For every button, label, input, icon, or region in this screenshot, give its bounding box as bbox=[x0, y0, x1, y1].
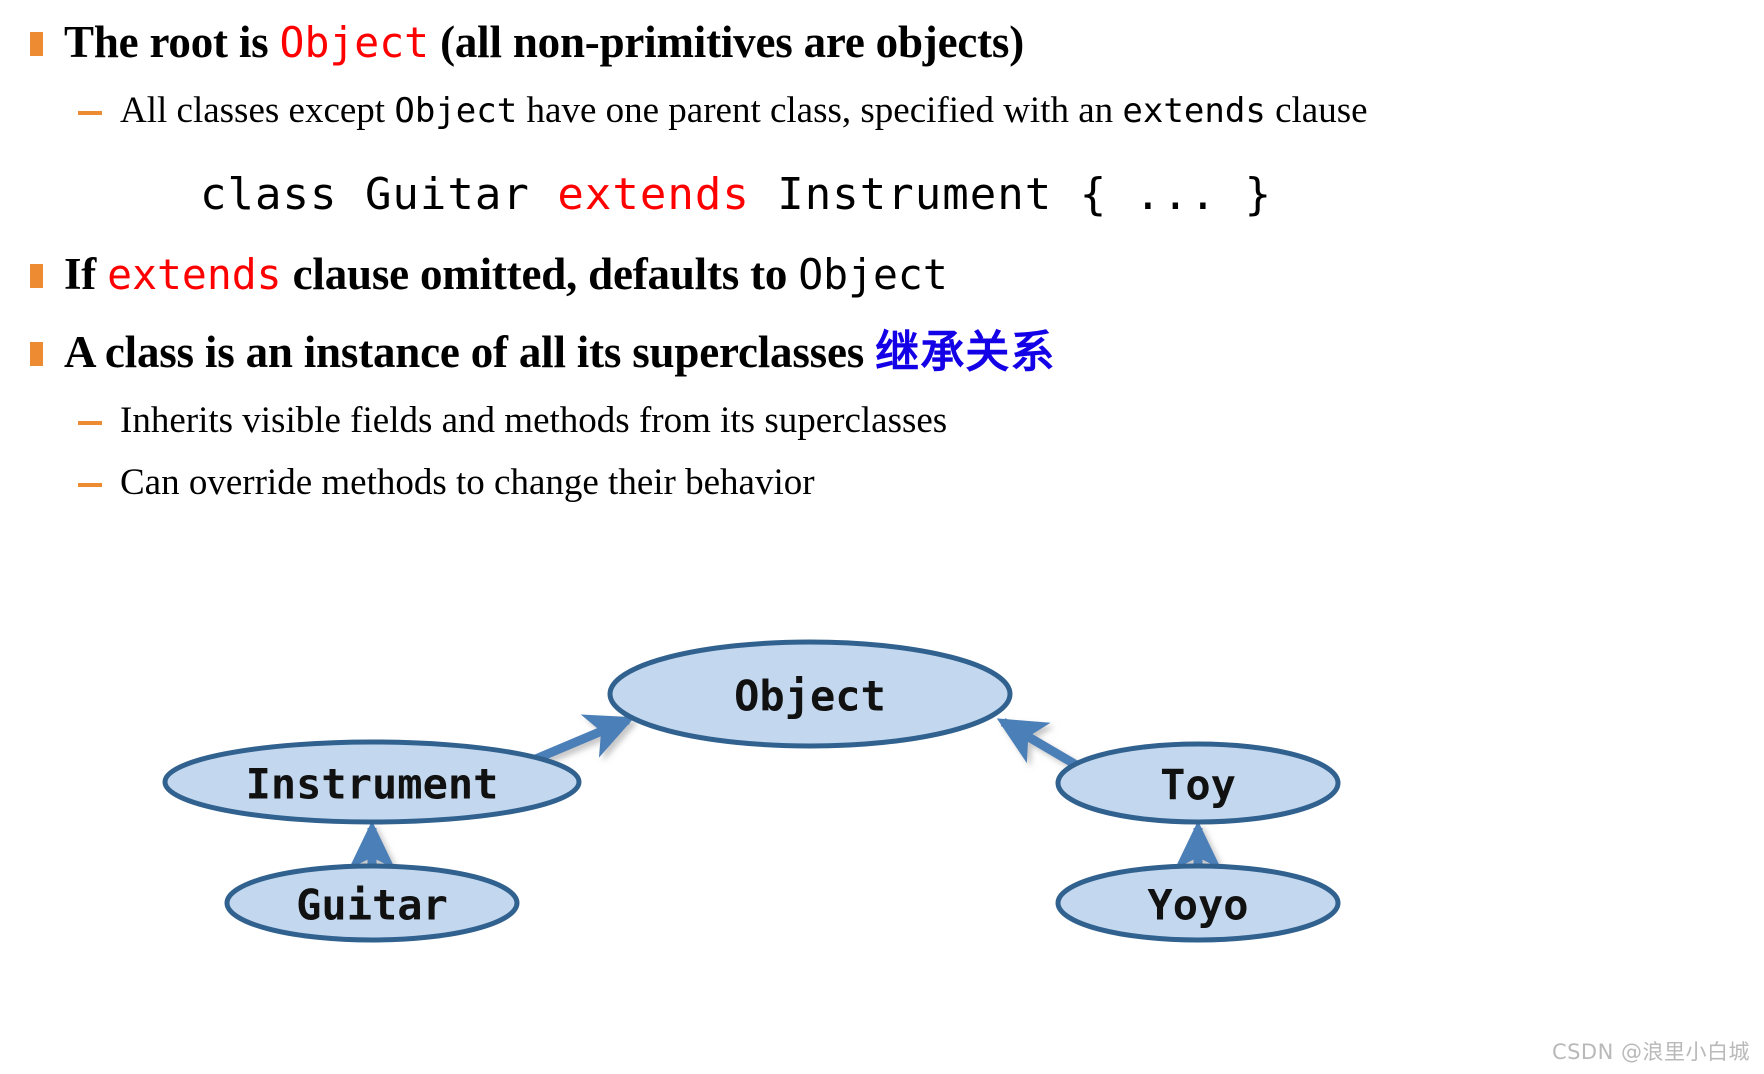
code-example-class-guitar: class Guitar extends Instrument { ... } bbox=[200, 168, 1273, 220]
subbullet-parent-class-text: All classes except Object have one paren… bbox=[120, 89, 1368, 131]
subbullet-override-methods: Can override methods to change their beh… bbox=[0, 459, 1764, 507]
subbullet-inherits-fields-text: Inherits visible fields and methods from… bbox=[120, 399, 948, 441]
bullet-square-icon bbox=[30, 263, 43, 288]
bullet-root-object-text: The root is Object (all non-primitives a… bbox=[64, 17, 1025, 67]
bullet-square-icon bbox=[30, 342, 43, 367]
csdn-watermark: CSDN @浪里小白城 bbox=[1551, 1040, 1750, 1064]
bullet-extends-omitted-text: If extends clause omitted, defaults to O… bbox=[64, 248, 948, 299]
node-object-label: Object bbox=[734, 672, 886, 721]
node-yoyo[interactable]: Yoyo bbox=[1055, 863, 1341, 943]
node-yoyo-label: Yoyo bbox=[1147, 881, 1248, 930]
node-instrument[interactable]: Instrument bbox=[162, 739, 582, 825]
bullet-instance-superclasses: A class is an instance of all its superc… bbox=[0, 328, 1764, 377]
bullet-square-icon bbox=[30, 32, 43, 56]
node-object[interactable]: Object bbox=[607, 639, 1013, 749]
node-toy-label: Toy bbox=[1160, 761, 1236, 810]
node-toy[interactable]: Toy bbox=[1055, 741, 1341, 825]
node-guitar-label: Guitar bbox=[296, 881, 448, 930]
bullet-dash-icon bbox=[78, 420, 102, 425]
bullet-root-object: The root is Object (all non-primitives a… bbox=[0, 18, 1764, 67]
subbullet-override-methods-text: Can override methods to change their beh… bbox=[120, 461, 815, 503]
inheritance-diagram: Object Instrument Toy Guitar Yoyo bbox=[0, 600, 1764, 1074]
subbullet-inherits-fields: Inherits visible fields and methods from… bbox=[0, 397, 1764, 445]
bullet-extends-omitted: If extends clause omitted, defaults to O… bbox=[0, 248, 1764, 299]
bullet-instance-superclasses-text: A class is an instance of all its superc… bbox=[64, 327, 1056, 379]
diagram-nodes: Object Instrument Toy Guitar Yoyo bbox=[162, 639, 1341, 943]
node-instrument-label: Instrument bbox=[246, 760, 499, 809]
bullet-dash-icon bbox=[78, 482, 102, 487]
slide-content: The root is Object (all non-primitives a… bbox=[0, 0, 1764, 700]
bullet-dash-icon bbox=[78, 110, 102, 115]
edge-toy-to-object bbox=[996, 718, 1081, 770]
node-guitar[interactable]: Guitar bbox=[224, 863, 520, 943]
subbullet-parent-class: All classes except Object have one paren… bbox=[0, 87, 1764, 135]
